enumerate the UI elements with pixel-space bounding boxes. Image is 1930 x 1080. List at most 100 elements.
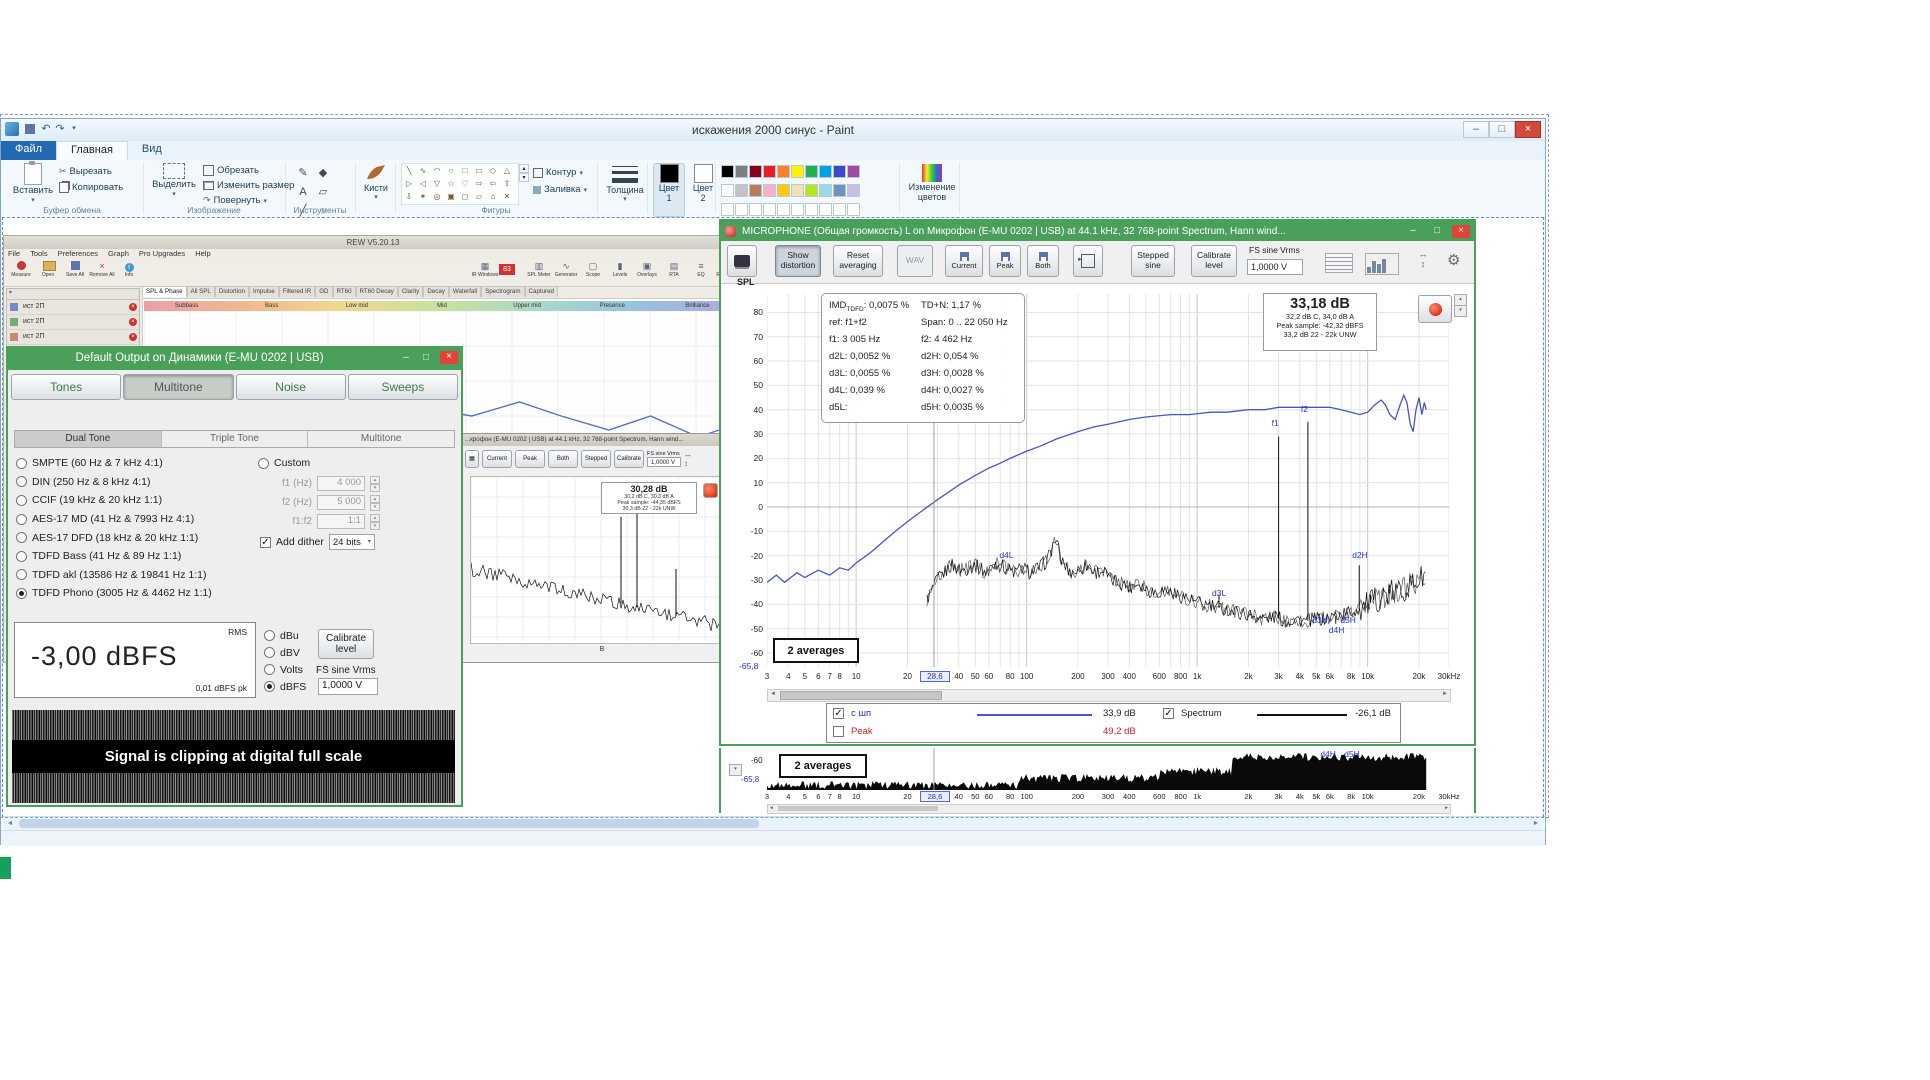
palette-color[interactable] (791, 184, 804, 197)
palette-color[interactable] (791, 165, 804, 178)
rew-graph-tab[interactable]: RT60 Decay (356, 286, 398, 297)
paint-horizontal-scrollbar[interactable] (3, 816, 1543, 831)
rew-toolbar-button[interactable]: Measure (8, 261, 34, 278)
shape-item[interactable]: △ (500, 164, 514, 177)
plot-scroll-down-icon[interactable] (1454, 305, 1467, 317)
unit-option[interactable]: dBFS (264, 678, 306, 695)
rew-toolbar-button[interactable]: ▣Overlays (634, 261, 660, 278)
palette-color[interactable] (805, 184, 818, 197)
dither-bits-select[interactable]: 24 bits (329, 534, 375, 550)
fill-button[interactable]: Заливка (533, 184, 587, 195)
remove-measurement-icon[interactable]: × (129, 318, 137, 326)
rew-toolbar-button[interactable]: ≡EQ (688, 261, 714, 278)
shape-item[interactable]: ▷ (402, 177, 416, 190)
pencil-tool[interactable]: ✎ (293, 164, 313, 183)
rew-graph-tab[interactable]: Spectrogram (481, 286, 524, 297)
palette-color[interactable] (777, 184, 790, 197)
resize-button[interactable]: Изменить размер (203, 180, 294, 191)
trace-options-icon[interactable] (1325, 253, 1353, 273)
shape-item[interactable]: ♡ (458, 177, 472, 190)
palette-color[interactable] (749, 165, 762, 178)
reset-averaging-button[interactable]: Reset averaging (833, 245, 883, 277)
rew-graph-tab[interactable]: Decay (423, 286, 449, 297)
mini-toolbar-button[interactable]: Both (548, 450, 578, 468)
mini-record-button[interactable] (703, 483, 718, 498)
microphone-maximize-button[interactable] (1428, 225, 1446, 238)
add-dither-checkbox[interactable] (260, 537, 271, 548)
preset-option[interactable]: CCIF (19 kHz & 20 kHz 1:1) (16, 491, 256, 510)
palette-empty-slot[interactable] (819, 203, 832, 216)
mini-toolbar-button[interactable]: Peak (515, 450, 545, 468)
strip-scrollbar[interactable] (767, 804, 1451, 814)
shape-item[interactable]: ∿ (416, 164, 430, 177)
histogram-icon[interactable] (1365, 253, 1399, 275)
edit-colors-button[interactable]: Изменение цветов (905, 163, 959, 217)
paint-maximize-button[interactable] (1489, 121, 1515, 138)
rew-graph-tab[interactable]: SPL & Phase (142, 286, 187, 297)
shape-item[interactable]: ○ (444, 164, 458, 177)
shape-item[interactable]: ▱ (472, 190, 486, 203)
fill-tool[interactable]: ◆ (313, 164, 333, 183)
palette-color[interactable] (763, 165, 776, 178)
rew-toolbar-button[interactable]: ▤RTA (661, 261, 687, 278)
palette-color[interactable] (833, 165, 846, 178)
measurement-row[interactable]: ист 2П× (7, 315, 139, 330)
shape-item[interactable]: ▽ (430, 177, 444, 190)
overlay-trace-checkbox[interactable] (833, 708, 844, 719)
palette-color[interactable] (847, 165, 860, 178)
rew-toolbar-button[interactable]: ∿Generator (553, 261, 579, 278)
palette-empty-slot[interactable] (791, 203, 804, 216)
shape-item[interactable]: □ (458, 164, 472, 177)
shape-item[interactable]: ✕ (500, 190, 514, 203)
peak-trace-checkbox[interactable] (833, 726, 844, 737)
field-value[interactable]: 1:1 (317, 514, 365, 529)
rew-menu-item[interactable]: Help (195, 249, 210, 260)
palette-empty-slot[interactable] (777, 203, 790, 216)
palette-color[interactable] (721, 165, 734, 178)
shape-item[interactable]: ⇦ (486, 177, 500, 190)
display-mode-button[interactable] (727, 245, 757, 277)
shape-item[interactable]: ◠ (430, 164, 444, 177)
shapes-scroll[interactable] (519, 164, 529, 182)
rew-graph-tab[interactable]: GD (315, 286, 332, 297)
rew-graph-tab[interactable]: Impulse (249, 286, 279, 297)
unit-option[interactable]: dBV (264, 644, 306, 661)
preset-option[interactable]: AES-17 MD (41 Hz & 7993 Hz 4:1) (16, 510, 256, 529)
spinner[interactable] (370, 476, 380, 491)
save-both-button[interactable]: Both (1027, 245, 1059, 277)
mini-toolbar-button[interactable]: Calibrate (614, 450, 644, 468)
shape-item[interactable]: ▣ (444, 190, 458, 203)
rew-graph-tab[interactable]: Clarity (398, 286, 424, 297)
unit-option[interactable]: dBu (264, 627, 306, 644)
strip-scroll-down-icon[interactable] (729, 764, 742, 776)
unit-option[interactable]: Volts (264, 661, 306, 678)
preset-option[interactable]: DIN (250 Hz & 8 kHz 4:1) (16, 473, 256, 492)
palette-color[interactable] (721, 184, 734, 197)
preset-option[interactable]: TDFD Bass (41 Hz & 89 Hz 1:1) (16, 547, 256, 566)
rew-toolbar-button[interactable]: iInfo (116, 261, 142, 278)
palette-color[interactable] (777, 165, 790, 178)
shape-item[interactable]: ◁ (416, 177, 430, 190)
palette-empty-slot[interactable] (763, 203, 776, 216)
custom-option[interactable]: Custom (258, 454, 310, 473)
rew-toolbar-button[interactable]: ×Remove All (89, 261, 115, 278)
rew-graph-tab[interactable]: RT60 (333, 286, 356, 297)
generator-close-button[interactable] (440, 351, 458, 364)
generator-tab[interactable]: Multitone (123, 374, 233, 400)
calibrate-level-button[interactable]: Calibrate level (318, 629, 374, 659)
paint-ribbon-tab[interactable]: Главная (56, 141, 128, 160)
shape-item[interactable]: ▭ (472, 164, 486, 177)
rew-menu-item[interactable]: Graph (108, 249, 129, 260)
save-peak-button[interactable]: Peak (989, 245, 1021, 277)
palette-color[interactable] (847, 184, 860, 197)
rew-menu-item[interactable]: Pro Upgrades (139, 249, 185, 260)
thickness-button[interactable]: Толщина (603, 163, 647, 215)
palette-empty-slot[interactable] (749, 203, 762, 216)
shape-item[interactable]: ◎ (430, 190, 444, 203)
color1-button[interactable]: Цвет 1 (653, 163, 685, 217)
shape-item[interactable]: ⌂ (486, 190, 500, 203)
stepped-sine-button[interactable]: Stepped sine (1131, 245, 1175, 277)
microphone-minimize-button[interactable] (1404, 225, 1422, 238)
brushes-button[interactable]: Кисти (357, 162, 395, 216)
rew-menu-item[interactable]: Tools (30, 249, 48, 260)
